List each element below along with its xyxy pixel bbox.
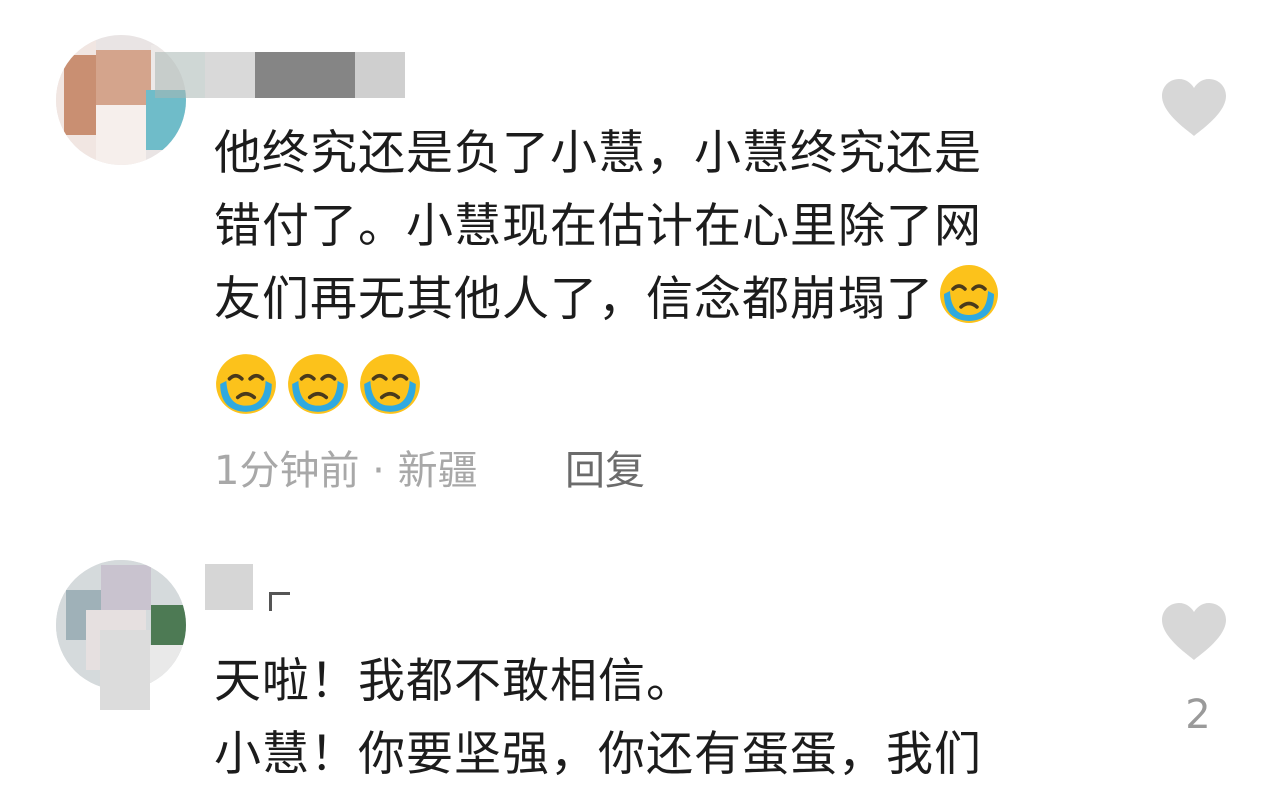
- comment-item: 天啦！我都不敢相信。 小慧！你要坚强，你还有蛋蛋，我们 2: [0, 540, 1279, 800]
- loudly-crying-face-icon: [286, 352, 350, 420]
- comment-text-line: 错付了。小慧现在估计在心里除了网: [214, 199, 982, 254]
- like-count: 2: [1185, 692, 1211, 738]
- comment-text-line: 友们再无其他人了，信念都崩塌了: [214, 263, 1114, 346]
- comment-text-line: 他终究还是负了小慧，小慧终究还是: [214, 126, 982, 181]
- loudly-crying-face-icon: [938, 263, 1000, 346]
- reply-button[interactable]: 回复: [565, 438, 645, 496]
- like-button[interactable]: [1160, 602, 1230, 664]
- loudly-crying-face-icon: [358, 352, 422, 420]
- comment-text-line: 小慧！你要坚强，你还有蛋蛋，我们: [214, 727, 982, 782]
- comment-text: 他终究还是负了小慧，小慧终究还是 错付了。小慧现在估计在心里除了网 友们再无其他…: [214, 117, 1114, 346]
- like-button[interactable]: [1160, 78, 1230, 140]
- loudly-crying-face-icon: [214, 352, 278, 420]
- username-mosaic[interactable]: [205, 564, 305, 611]
- username-mosaic[interactable]: [155, 52, 405, 98]
- comment-text-line: 天啦！我都不敢相信。: [214, 654, 694, 709]
- username-mosaic[interactable]: [100, 630, 150, 710]
- comment-meta: 1分钟前 · 新疆: [214, 438, 478, 496]
- comment-text: 天啦！我都不敢相信。 小慧！你要坚强，你还有蛋蛋，我们: [214, 645, 1114, 791]
- meta-separator: ·: [372, 448, 385, 494]
- heart-icon: [1160, 79, 1228, 142]
- heart-icon: [1160, 603, 1228, 666]
- comment-item: 他终究还是负了小慧，小慧终究还是 错付了。小慧现在估计在心里除了网 友们再无其他…: [0, 0, 1279, 540]
- comment-location: 新疆: [397, 448, 478, 494]
- comment-time: 1分钟前: [214, 448, 360, 494]
